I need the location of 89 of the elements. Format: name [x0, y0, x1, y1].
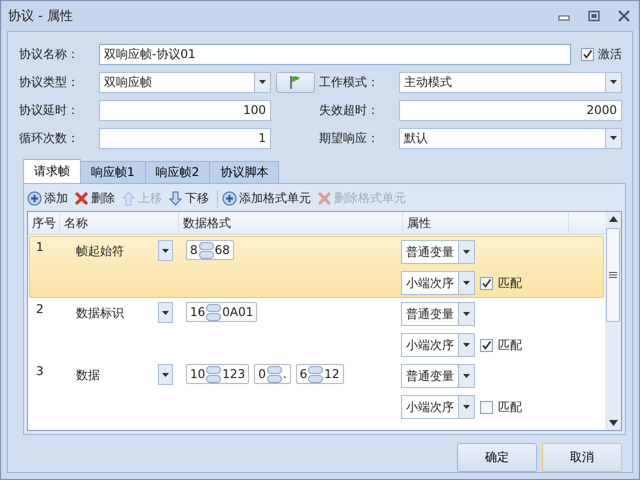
caret-icon	[162, 310, 169, 314]
toolbar-button[interactable]: 添加	[27, 188, 72, 210]
format-unit[interactable]: 0 .	[254, 364, 291, 384]
plus-icon	[222, 191, 237, 206]
name-field[interactable]: 双响应帧-协议01	[99, 44, 571, 64]
toolbar-button[interactable]: 添加格式单元	[222, 188, 315, 210]
caret-icon	[463, 281, 470, 285]
number-field[interactable]: 100	[99, 100, 271, 120]
tab[interactable]: 协议脚本	[209, 161, 280, 183]
dialog-button[interactable]: 确定	[457, 443, 537, 472]
dialog-button[interactable]: 取消	[542, 443, 622, 472]
dropdown[interactable]: 普通变量	[401, 240, 475, 264]
window-title: 协议 - 属性	[8, 8, 73, 25]
table-row[interactable]: 1 帧起始符 8 68 普通变量 小端次序 匹配	[29, 236, 604, 298]
scroll-thumb[interactable]	[606, 228, 620, 322]
caret-icon	[162, 372, 169, 376]
caret-icon	[610, 80, 617, 84]
column-header[interactable]: 数据格式	[179, 212, 403, 234]
delete-icon	[317, 191, 332, 206]
row-number: 2	[35, 302, 45, 318]
checkbox[interactable]	[480, 400, 493, 414]
caret-icon	[259, 80, 266, 84]
field-label: 循环次数：	[19, 130, 80, 146]
caret-icon	[463, 405, 470, 409]
format-unit[interactable]: 16 0A01	[186, 302, 258, 322]
column-header[interactable]: 属性	[403, 212, 569, 234]
checkbox-label: 匹配	[498, 336, 522, 354]
check-icon	[481, 340, 492, 350]
table-row[interactable]: 3 数据 10 123 0 . 6 12 普通变量 小端次序 匹配	[29, 360, 604, 422]
column-header[interactable]: 名称	[60, 212, 179, 234]
toolbar-button[interactable]: 下移	[168, 188, 213, 210]
flag-button[interactable]	[276, 72, 314, 92]
table-cell-text: 数据标识	[75, 305, 125, 322]
field-label: 协议名称：	[19, 46, 80, 62]
table-cell-text: 帧起始符	[75, 243, 125, 260]
row-number: 1	[35, 240, 45, 256]
checkbox[interactable]	[480, 276, 493, 290]
tab[interactable]: 请求帧	[23, 159, 81, 183]
caret-icon	[610, 136, 617, 140]
table-cell-text: 数据	[75, 367, 101, 384]
tab[interactable]: 响应帧2	[144, 161, 210, 183]
dropdown[interactable]: 主动模式	[399, 72, 622, 92]
format-unit[interactable]: 6 12	[296, 364, 344, 384]
check-icon	[481, 278, 492, 288]
field-label: 期望响应：	[319, 130, 380, 146]
down-arrow-icon	[168, 191, 183, 206]
plus-icon	[27, 191, 42, 206]
caret-icon	[463, 250, 470, 254]
checkbox[interactable]	[480, 338, 493, 352]
checkbox[interactable]	[581, 48, 594, 60]
maximize-icon[interactable]	[587, 10, 601, 22]
field-label: 失效超时：	[319, 102, 380, 118]
checkbox-label: 激活	[598, 46, 622, 62]
caret-icon	[463, 343, 470, 347]
dropdown-button[interactable]	[158, 302, 173, 323]
checkbox-label: 匹配	[498, 274, 522, 292]
field-label: 协议延时：	[19, 102, 80, 118]
check-icon	[582, 48, 593, 60]
dropdown[interactable]: 双响应帧	[99, 72, 271, 92]
caret-icon	[463, 374, 470, 378]
dropdown[interactable]: 普通变量	[401, 302, 475, 326]
dropdown[interactable]: 默认	[399, 128, 622, 148]
checkbox-label: 匹配	[498, 398, 522, 416]
scroll-down-icon[interactable]	[608, 420, 618, 426]
delete-icon	[74, 191, 89, 206]
scrollbar[interactable]	[605, 212, 621, 430]
number-field[interactable]: 1	[99, 128, 271, 148]
dropdown-button[interactable]	[158, 364, 173, 385]
caret-icon	[162, 248, 169, 252]
table-row[interactable]: 2 数据标识 16 0A01 普通变量 小端次序 匹配	[29, 298, 604, 360]
dropdown[interactable]: 小端次序	[401, 333, 475, 357]
column-header[interactable]: 序号	[28, 212, 60, 234]
dropdown[interactable]: 小端次序	[401, 271, 475, 295]
row-number: 3	[35, 364, 45, 380]
caret-icon	[463, 312, 470, 316]
up-arrow-icon	[121, 191, 136, 206]
format-unit[interactable]: 8 68	[186, 240, 234, 260]
tab[interactable]: 响应帧1	[80, 161, 146, 183]
scroll-up-icon[interactable]	[608, 216, 618, 222]
dropdown-button[interactable]	[158, 240, 173, 261]
field-label: 工作模式：	[319, 74, 380, 90]
format-unit[interactable]: 10 123	[186, 364, 250, 384]
flag-icon	[288, 75, 302, 89]
number-field[interactable]: 2000	[399, 100, 622, 120]
dropdown[interactable]: 普通变量	[401, 364, 475, 388]
dropdown[interactable]: 小端次序	[401, 395, 475, 419]
toolbar-button[interactable]: 删除	[74, 188, 119, 210]
close-icon[interactable]	[617, 10, 631, 22]
field-label: 协议类型：	[19, 74, 80, 90]
